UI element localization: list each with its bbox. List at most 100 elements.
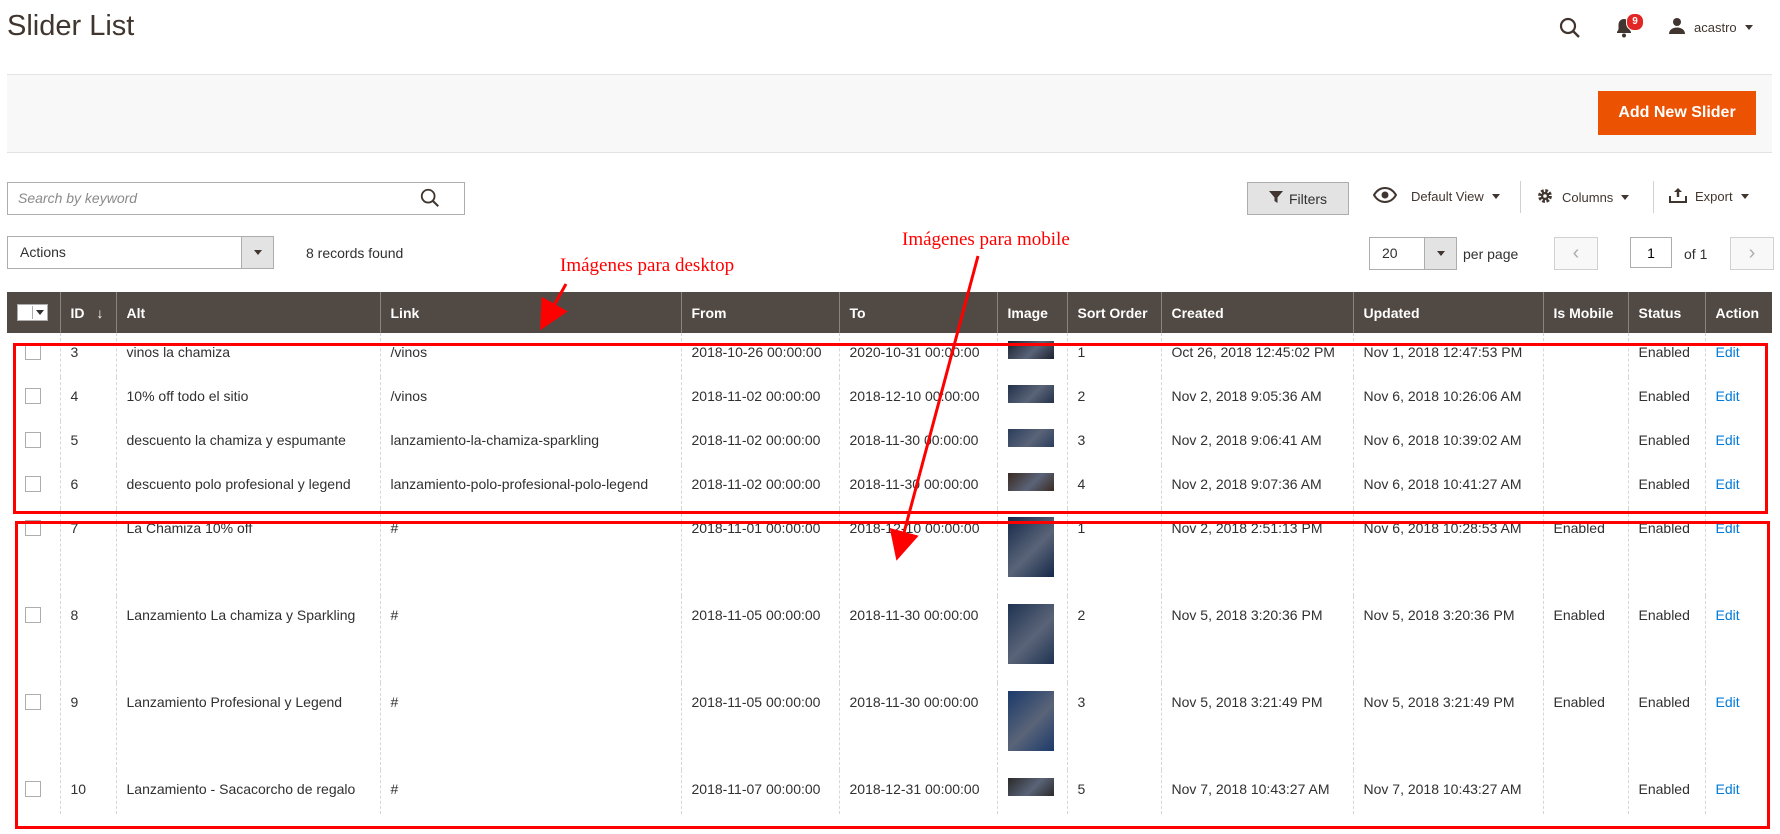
- cell-action: Edit: [1704, 465, 1772, 509]
- filters-button[interactable]: Filters: [1247, 182, 1349, 215]
- cell-image: [996, 377, 1067, 421]
- column-header-link[interactable]: Link: [379, 292, 681, 333]
- row-checkbox[interactable]: [25, 432, 41, 448]
- column-header-id[interactable]: ID ↓: [59, 292, 116, 333]
- export-selector[interactable]: Export: [1669, 187, 1749, 206]
- grid-header-row: ID ↓ Alt Link From To Image Sort Order Cr…: [7, 292, 1772, 333]
- column-header-created[interactable]: Created: [1160, 292, 1353, 333]
- cell-sort-order-text: 5: [1077, 781, 1086, 797]
- row-checkbox[interactable]: [25, 388, 41, 404]
- search-submit-icon[interactable]: [419, 187, 441, 209]
- mass-actions-select[interactable]: Actions: [7, 236, 274, 269]
- cell-link: #: [379, 596, 681, 683]
- funnel-icon: [1268, 190, 1283, 207]
- column-header-alt[interactable]: Alt: [115, 292, 380, 333]
- edit-link[interactable]: Edit: [1716, 432, 1763, 448]
- edit-link[interactable]: Edit: [1716, 476, 1763, 492]
- cell-alt-text: Lanzamiento - Sacacorcho de regalo: [126, 781, 356, 797]
- cell-id: 4: [59, 377, 116, 421]
- next-page-button[interactable]: ›: [1730, 237, 1774, 270]
- previous-page-button[interactable]: ‹: [1554, 237, 1598, 270]
- cell-is-mobile: [1542, 770, 1628, 814]
- cell-sort-order: 2: [1066, 596, 1161, 683]
- row-select-checkbox: [7, 596, 60, 683]
- edit-link[interactable]: Edit: [1716, 607, 1763, 623]
- columns-selector[interactable]: Columns: [1536, 187, 1630, 208]
- cell-updated-text: Nov 6, 2018 10:41:27 AM: [1363, 476, 1522, 492]
- edit-link[interactable]: Edit: [1716, 520, 1763, 536]
- cell-is-mobile: [1542, 421, 1628, 465]
- cell-from: 2018-11-07 00:00:00: [680, 770, 839, 814]
- cell-link-text: #: [390, 781, 399, 797]
- table-row: 10 Lanzamiento - Sacacorcho de regalo #201…: [7, 770, 1772, 814]
- column-header-image[interactable]: Image: [996, 292, 1067, 333]
- cell-alt: Lanzamiento Profesional y Legend: [115, 683, 380, 770]
- view-selector[interactable]: Default View: [1372, 186, 1500, 206]
- cell-updated-text: Nov 1, 2018 12:47:53 PM: [1363, 344, 1523, 360]
- cell-created-text: Nov 2, 2018 9:06:41 AM: [1171, 432, 1322, 448]
- row-checkbox[interactable]: [25, 476, 41, 492]
- cell-status: Enabled: [1627, 509, 1705, 596]
- per-page-select[interactable]: 20: [1369, 237, 1457, 270]
- desktop-annotation-label: Imágenes para desktop: [560, 255, 735, 276]
- cell-link-text: /vinos: [390, 344, 428, 360]
- cell-from-text: 2018-11-05 00:00:00: [691, 607, 821, 623]
- add-new-slider-button[interactable]: Add New Slider: [1598, 91, 1756, 135]
- mass-select-checkbox[interactable]: [17, 303, 48, 321]
- column-header-is-mobile[interactable]: Is Mobile: [1542, 292, 1628, 333]
- table-row: 9 Lanzamiento Profesional y Legend #2018-1…: [7, 683, 1772, 770]
- row-checkbox[interactable]: [25, 607, 41, 623]
- row-checkbox[interactable]: [25, 344, 41, 360]
- cell-from-text: 2018-11-01 00:00:00: [691, 520, 821, 536]
- current-page-input[interactable]: [1630, 237, 1672, 268]
- cell-created-text: Nov 7, 2018 10:43:27 AM: [1171, 781, 1330, 797]
- edit-link[interactable]: Edit: [1716, 388, 1763, 404]
- table-row: 8 Lanzamiento La chamiza y Sparkling #2018…: [7, 596, 1772, 683]
- cell-alt-text: descuento polo profesional y legend: [126, 476, 351, 492]
- row-select-checkbox: [7, 465, 60, 509]
- cell-alt: La Chamiza 10% off: [115, 509, 380, 596]
- cell-id-text: 7: [70, 520, 79, 536]
- cell-is-mobile: [1542, 333, 1628, 377]
- gear-icon: [1536, 187, 1554, 208]
- column-header-status[interactable]: Status: [1627, 292, 1705, 333]
- cell-from-text: 2018-10-26 00:00:00: [691, 344, 822, 360]
- column-header-from[interactable]: From: [680, 292, 839, 333]
- cell-sort-order: 3: [1066, 683, 1161, 770]
- cell-to-text: 2018-11-30 00:00:00: [849, 607, 979, 623]
- cell-status-text: Enabled: [1638, 344, 1690, 360]
- sort-arrow-icon: ↓: [96, 304, 104, 321]
- column-header-sort-order[interactable]: Sort Order: [1066, 292, 1161, 333]
- edit-link[interactable]: Edit: [1716, 344, 1763, 360]
- cell-sort-order: 5: [1066, 770, 1161, 814]
- page-actions-bar: [7, 74, 1772, 153]
- cell-status-text: Enabled: [1638, 432, 1690, 448]
- slider-thumbnail-image: [1007, 604, 1054, 664]
- column-header-to[interactable]: To: [838, 292, 997, 333]
- cell-id: 3: [59, 333, 116, 377]
- cell-id: 6: [59, 465, 116, 509]
- cell-updated: Nov 5, 2018 3:20:36 PM: [1352, 596, 1543, 683]
- cell-sort-order: 4: [1066, 465, 1161, 509]
- global-search-icon[interactable]: [1558, 16, 1582, 40]
- cell-status: Enabled: [1627, 465, 1705, 509]
- column-header-updated[interactable]: Updated: [1352, 292, 1543, 333]
- cell-to: 2018-12-10 00:00:00: [838, 509, 997, 596]
- column-header-action[interactable]: Action: [1704, 292, 1772, 333]
- search-input[interactable]: [8, 183, 418, 212]
- cell-alt: descuento polo profesional y legend: [115, 465, 380, 509]
- cell-is-mobile-text: Enabled: [1553, 607, 1605, 623]
- cell-from: 2018-11-02 00:00:00: [680, 421, 839, 465]
- cell-status-text: Enabled: [1638, 388, 1690, 404]
- edit-link[interactable]: Edit: [1716, 781, 1763, 797]
- table-row: 4 10% off todo el sitio/vinos 2018-11-02 0…: [7, 377, 1772, 421]
- row-checkbox[interactable]: [25, 781, 41, 797]
- user-account-menu[interactable]: acastro: [1668, 16, 1753, 38]
- cell-to-text: 2018-11-30 00:00:00: [849, 476, 979, 492]
- cell-alt: 10% off todo el sitio: [115, 377, 380, 421]
- cell-link-text: lanzamiento-la-chamiza-sparkling: [390, 432, 600, 448]
- edit-link[interactable]: Edit: [1716, 694, 1763, 710]
- row-checkbox[interactable]: [25, 694, 41, 710]
- row-checkbox[interactable]: [25, 520, 41, 536]
- cell-id: 8: [59, 596, 116, 683]
